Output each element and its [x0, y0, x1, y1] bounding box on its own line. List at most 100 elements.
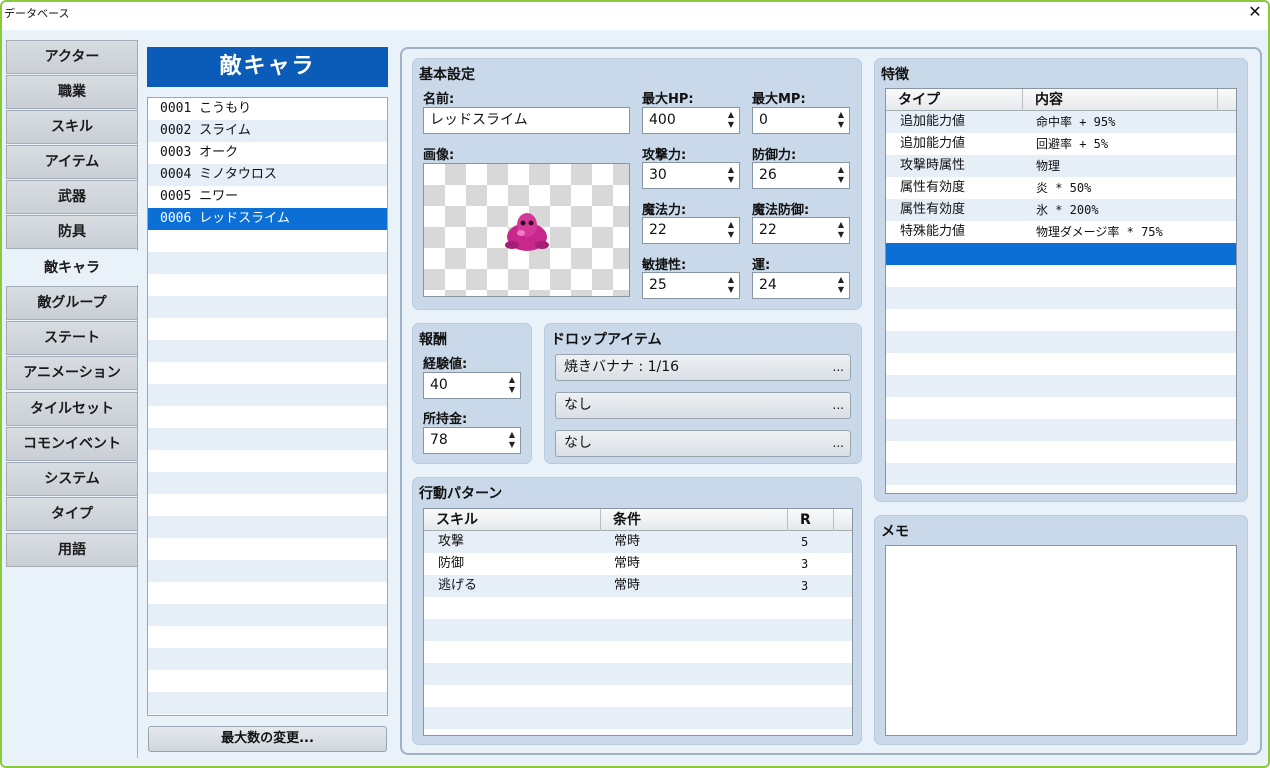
memo-textarea[interactable] — [885, 545, 1237, 736]
spin-up-icon[interactable]: ▲ — [836, 220, 846, 230]
atk-value: 30 — [649, 167, 667, 183]
spin-down-icon[interactable]: ▼ — [726, 230, 736, 240]
table-row[interactable]: 特殊能力値 物理ダメージ率 * 75% — [886, 221, 1236, 243]
database-window: データベース ✕ アクター 職業 スキル アイテム 武器 防具 敵キャラ 敵グル… — [0, 0, 1270, 768]
action-condition: 常時 — [614, 556, 641, 571]
spin-down-icon[interactable]: ▼ — [836, 285, 846, 295]
ellipsis-icon: ... — [832, 360, 844, 374]
tab-armor[interactable]: 防具 — [6, 215, 138, 249]
table-row[interactable]: 属性有効度 氷 * 200% — [886, 199, 1236, 221]
drop-item-2-label: なし — [564, 397, 592, 413]
traits-title: 特徴 — [881, 67, 909, 83]
spin-up-icon[interactable]: ▲ — [726, 275, 736, 285]
list-item[interactable]: 0005 ニワー — [148, 186, 387, 208]
agi-value: 25 — [649, 277, 667, 293]
tab-animation[interactable]: アニメーション — [6, 356, 138, 390]
table-row-selected-empty[interactable] — [886, 243, 1236, 265]
drop-items-title: ドロップアイテム — [551, 332, 662, 348]
tab-type[interactable]: タイプ — [6, 497, 138, 531]
list-item[interactable]: 0001 こうもり — [148, 98, 387, 120]
spin-down-icon[interactable]: ▼ — [836, 230, 846, 240]
enemy-image-picker[interactable] — [423, 163, 630, 297]
drop-item-3-button[interactable]: なし... — [555, 430, 851, 457]
column-header-type[interactable]: タイプ — [886, 89, 1023, 111]
tab-actor[interactable]: アクター — [6, 40, 138, 74]
trait-content: 炎 * 50% — [1036, 181, 1092, 195]
def-spinner[interactable]: 26 ▲ ▼ — [752, 162, 850, 189]
traits-table[interactable]: タイプ 内容 追加能力値 命中率 + 95% 追加能力値 回避率 + 5% 攻撃時属… — [885, 88, 1237, 494]
tab-weapon[interactable]: 武器 — [6, 180, 138, 214]
spin-down-icon[interactable]: ▼ — [507, 440, 517, 450]
spin-up-icon[interactable]: ▲ — [836, 275, 846, 285]
table-row[interactable]: 攻撃時属性 物理 — [886, 155, 1236, 177]
name-field[interactable]: レッドスライム — [423, 107, 630, 134]
column-header-content[interactable]: 内容 — [1023, 89, 1218, 111]
mdf-value: 22 — [759, 222, 777, 238]
spin-down-icon[interactable]: ▼ — [726, 120, 736, 130]
category-tabs: アクター 職業 スキル アイテム 武器 防具 敵キャラ 敵グループ ステート ア… — [6, 40, 138, 758]
tab-system[interactable]: システム — [6, 462, 138, 496]
maxhp-label: 最大HP: — [642, 92, 694, 107]
spin-down-icon[interactable]: ▼ — [836, 120, 846, 130]
column-header-condition[interactable]: 条件 — [601, 509, 788, 531]
list-item[interactable]: 0004 ミノタウロス — [148, 164, 387, 186]
table-row[interactable]: 攻撃 常時 5 — [424, 531, 852, 553]
list-item-selected[interactable]: 0006 レッドスライム — [148, 208, 387, 230]
atk-spinner[interactable]: 30 ▲ ▼ — [642, 162, 740, 189]
tab-item[interactable]: アイテム — [6, 145, 138, 179]
spin-up-icon[interactable]: ▲ — [507, 375, 517, 385]
spin-up-icon[interactable]: ▲ — [507, 430, 517, 440]
spin-up-icon[interactable]: ▲ — [836, 165, 846, 175]
table-row[interactable]: 追加能力値 命中率 + 95% — [886, 111, 1236, 133]
change-max-button[interactable]: 最大数の変更... — [148, 726, 387, 752]
table-row[interactable]: 属性有効度 炎 * 50% — [886, 177, 1236, 199]
spin-down-icon[interactable]: ▼ — [507, 385, 517, 395]
action-rating: 3 — [801, 557, 809, 571]
spin-up-icon[interactable]: ▲ — [726, 220, 736, 230]
luk-spinner[interactable]: 24 ▲ ▼ — [752, 272, 850, 299]
list-item[interactable]: 0003 オーク — [148, 142, 387, 164]
tab-state[interactable]: ステート — [6, 321, 138, 355]
table-row[interactable]: 追加能力値 回避率 + 5% — [886, 133, 1236, 155]
spin-down-icon[interactable]: ▼ — [836, 175, 846, 185]
tab-enemy[interactable]: 敵キャラ — [6, 251, 138, 285]
memo-group: メモ — [874, 515, 1248, 745]
spin-up-icon[interactable]: ▲ — [726, 165, 736, 175]
drop-item-1-button[interactable]: 焼きバナナ : 1/16... — [555, 354, 851, 381]
exp-spinner[interactable]: 40 ▲ ▼ — [423, 372, 521, 399]
enemy-list[interactable]: 0001 こうもり 0002 スライム 0003 オーク 0004 ミノタウロス… — [147, 97, 388, 716]
tab-common-event[interactable]: コモンイベント — [6, 427, 138, 461]
tab-skill[interactable]: スキル — [6, 110, 138, 144]
maxmp-spinner[interactable]: 0 ▲ ▼ — [752, 107, 850, 134]
gold-spinner[interactable]: 78 ▲ ▼ — [423, 427, 521, 454]
trait-type: 属性有効度 — [900, 180, 966, 195]
action-patterns-table[interactable]: スキル 条件 R 攻撃 常時 5 防御 常時 3 逃げる 常時 3 — [423, 508, 853, 736]
spin-up-icon[interactable]: ▲ — [726, 110, 736, 120]
drop-item-2-button[interactable]: なし... — [555, 392, 851, 419]
tab-class[interactable]: 職業 — [6, 75, 138, 109]
action-condition: 常時 — [614, 578, 641, 593]
tab-tileset[interactable]: タイルセット — [6, 392, 138, 426]
maxhp-spinner[interactable]: 400 ▲ ▼ — [642, 107, 740, 134]
table-header: タイプ 内容 — [886, 89, 1236, 111]
spin-down-icon[interactable]: ▼ — [726, 285, 736, 295]
action-skill: 逃げる — [438, 578, 478, 593]
close-icon[interactable]: ✕ — [1244, 2, 1266, 24]
mdf-spinner[interactable]: 22 ▲ ▼ — [752, 217, 850, 244]
mat-spinner[interactable]: 22 ▲ ▼ — [642, 217, 740, 244]
trait-content: 氷 * 200% — [1036, 203, 1099, 217]
table-row[interactable]: 逃げる 常時 3 — [424, 575, 852, 597]
table-row[interactable]: 防御 常時 3 — [424, 553, 852, 575]
title-bar: データベース ✕ — [2, 2, 1268, 30]
column-header-rating[interactable]: R — [788, 509, 834, 531]
column-header-skill[interactable]: スキル — [424, 509, 601, 531]
list-item[interactable]: 0002 スライム — [148, 120, 387, 142]
agi-spinner[interactable]: 25 ▲ ▼ — [642, 272, 740, 299]
window-title: データベース — [4, 7, 70, 20]
spin-down-icon[interactable]: ▼ — [726, 175, 736, 185]
tab-troop[interactable]: 敵グループ — [6, 286, 138, 320]
enemy-editor-panel: 基本設定 名前: レッドスライム 画像: 最大HP: 400 ▲ ▼ 最大MP:… — [400, 47, 1262, 755]
maxmp-value: 0 — [759, 112, 768, 128]
spin-up-icon[interactable]: ▲ — [836, 110, 846, 120]
tab-terms[interactable]: 用語 — [6, 533, 138, 567]
